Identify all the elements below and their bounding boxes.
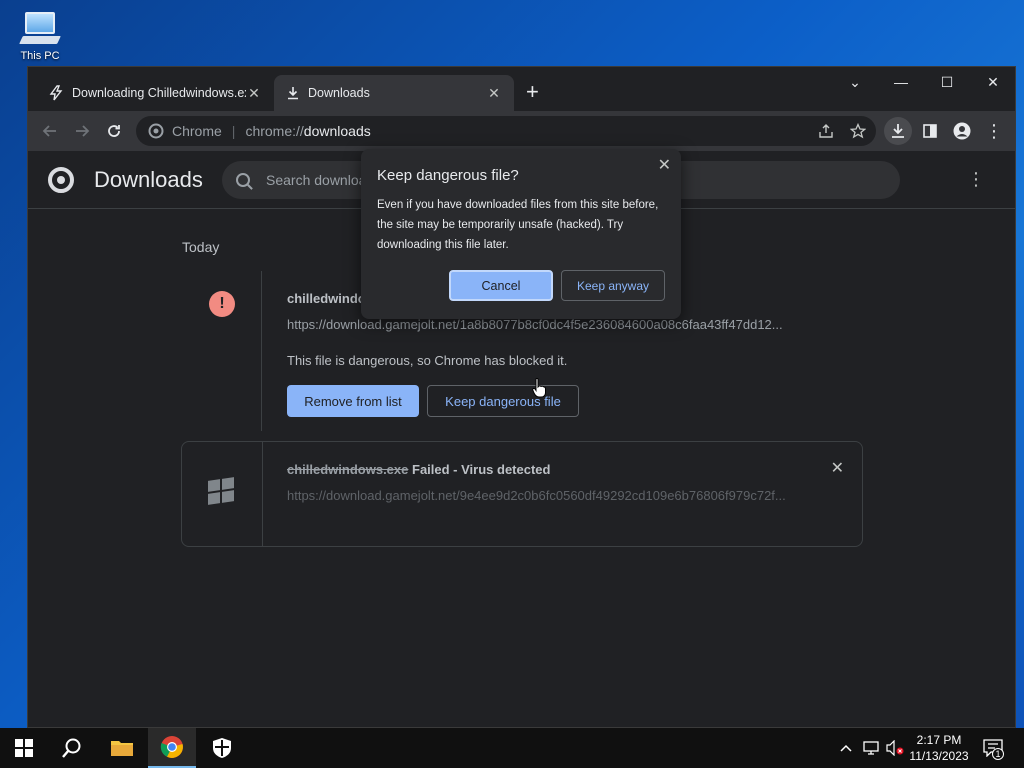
search-icon — [62, 738, 81, 758]
windows-start-icon — [15, 739, 33, 757]
search-button[interactable] — [48, 728, 96, 768]
warning-icon: ! — [209, 291, 235, 317]
maximize-button[interactable]: ☐ — [924, 67, 970, 97]
profile-button[interactable] — [950, 119, 974, 143]
file-explorer-button[interactable] — [98, 728, 146, 768]
danger-message: This file is dangerous, so Chrome has bl… — [287, 353, 568, 368]
keep-dangerous-file-button[interactable]: Keep dangerous file — [427, 385, 579, 417]
keep-dangerous-file-dialog: Keep dangerous file? ✕ Even if you have … — [361, 149, 681, 319]
new-tab-button[interactable]: + — [526, 81, 539, 103]
star-icon — [850, 123, 866, 139]
shield-icon — [213, 738, 231, 758]
notification-count: 1 — [992, 748, 1004, 760]
windows-logo-icon — [208, 477, 236, 505]
forward-button[interactable] — [70, 119, 94, 143]
download-icon — [288, 87, 298, 100]
dialog-title: Keep dangerous file? — [377, 167, 519, 184]
dialog-close-icon[interactable]: ✕ — [658, 155, 671, 175]
divider — [261, 271, 262, 431]
bookmark-button[interactable] — [846, 119, 870, 143]
dialog-body: Even if you have downloaded files from t… — [377, 199, 659, 251]
tab-search-button[interactable]: ⌄ — [832, 67, 878, 97]
keep-anyway-button[interactable]: Keep anyway — [561, 270, 665, 301]
clock-date: 11/13/2023 — [909, 749, 969, 763]
share-icon — [819, 124, 833, 138]
this-pc-desktop-icon[interactable]: This PC — [12, 8, 68, 62]
hand-cursor-icon — [532, 378, 546, 398]
date-header: Today — [182, 239, 220, 255]
title-bar: Downloading Chilledwindows.exe ✕ Downloa… — [28, 67, 1015, 111]
tab-title: Downloads — [308, 86, 370, 100]
toolbar: Chrome | chrome://downloads ⋮ — [28, 111, 1015, 151]
desktop-icon-label: This PC — [20, 50, 60, 62]
address-bar[interactable]: Chrome | chrome://downloads — [136, 116, 876, 146]
computer-icon — [19, 8, 61, 48]
file-name: chilledwindows.exe — [287, 462, 409, 477]
minimize-button[interactable]: — — [878, 67, 924, 97]
profile-icon — [953, 122, 971, 140]
lightning-icon — [49, 85, 63, 101]
side-panel-button[interactable] — [918, 119, 942, 143]
system-clock[interactable]: 2:17 PM 11/13/2023 — [900, 732, 978, 764]
chrome-logo-icon — [48, 167, 74, 193]
site-label: Chrome — [172, 123, 222, 139]
reload-button[interactable] — [102, 119, 126, 143]
status-text: Failed - Virus detected — [412, 462, 551, 477]
omnibox-divider: | — [231, 123, 236, 139]
tab-title: Downloading Chilledwindows.exe — [72, 86, 246, 100]
page-title: Downloads — [94, 167, 203, 192]
url-scheme: chrome:// — [245, 123, 304, 139]
arrow-left-icon — [42, 125, 56, 137]
chrome-menu-button[interactable]: ⋮ — [982, 119, 1006, 143]
file-url[interactable]: https://download.gamejolt.net/9e4ee9d2c0… — [287, 488, 786, 503]
file-url[interactable]: https://download.gamejolt.net/1a8b8077b8… — [287, 317, 783, 332]
tab-close-icon[interactable]: ✕ — [246, 85, 262, 102]
more-vert-icon: ⋮ — [985, 120, 1003, 141]
chrome-icon — [148, 123, 164, 139]
chevron-up-icon[interactable] — [836, 728, 856, 768]
security-taskbar-button[interactable] — [198, 728, 246, 768]
divider — [262, 442, 263, 546]
network-icon[interactable] — [860, 728, 882, 768]
download-item-failed: chilledwindows.exe Failed - Virus detect… — [181, 441, 863, 547]
side-panel-icon — [923, 124, 937, 138]
arrow-right-icon — [76, 125, 90, 137]
downloads-toolbar-button[interactable] — [884, 117, 912, 145]
taskbar: 2:17 PM 11/13/2023 1 — [0, 728, 1024, 768]
clock-time: 2:17 PM — [916, 733, 962, 747]
search-icon — [236, 173, 250, 187]
start-button[interactable] — [0, 728, 48, 768]
folder-icon — [111, 741, 133, 756]
notifications-button[interactable]: 1 — [980, 728, 1006, 768]
chrome-taskbar-button[interactable] — [148, 728, 196, 768]
cancel-button[interactable]: Cancel — [449, 270, 553, 301]
download-icon — [892, 124, 904, 138]
more-vert-icon[interactable]: ⋮ — [967, 169, 985, 190]
share-button[interactable] — [814, 119, 838, 143]
tab-downloads[interactable]: Downloads ✕ — [274, 75, 514, 111]
remove-from-list-button[interactable]: Remove from list — [287, 385, 419, 417]
chrome-icon — [160, 736, 183, 758]
tab-downloading[interactable]: Downloading Chilledwindows.exe ✕ — [36, 75, 274, 111]
remove-item-close-icon[interactable]: ✕ — [831, 458, 844, 478]
close-window-button[interactable]: ✕ — [970, 67, 1016, 97]
url-path: downloads — [303, 123, 371, 139]
tab-close-icon[interactable]: ✕ — [486, 85, 502, 102]
reload-icon — [108, 125, 120, 137]
back-button[interactable] — [38, 119, 62, 143]
